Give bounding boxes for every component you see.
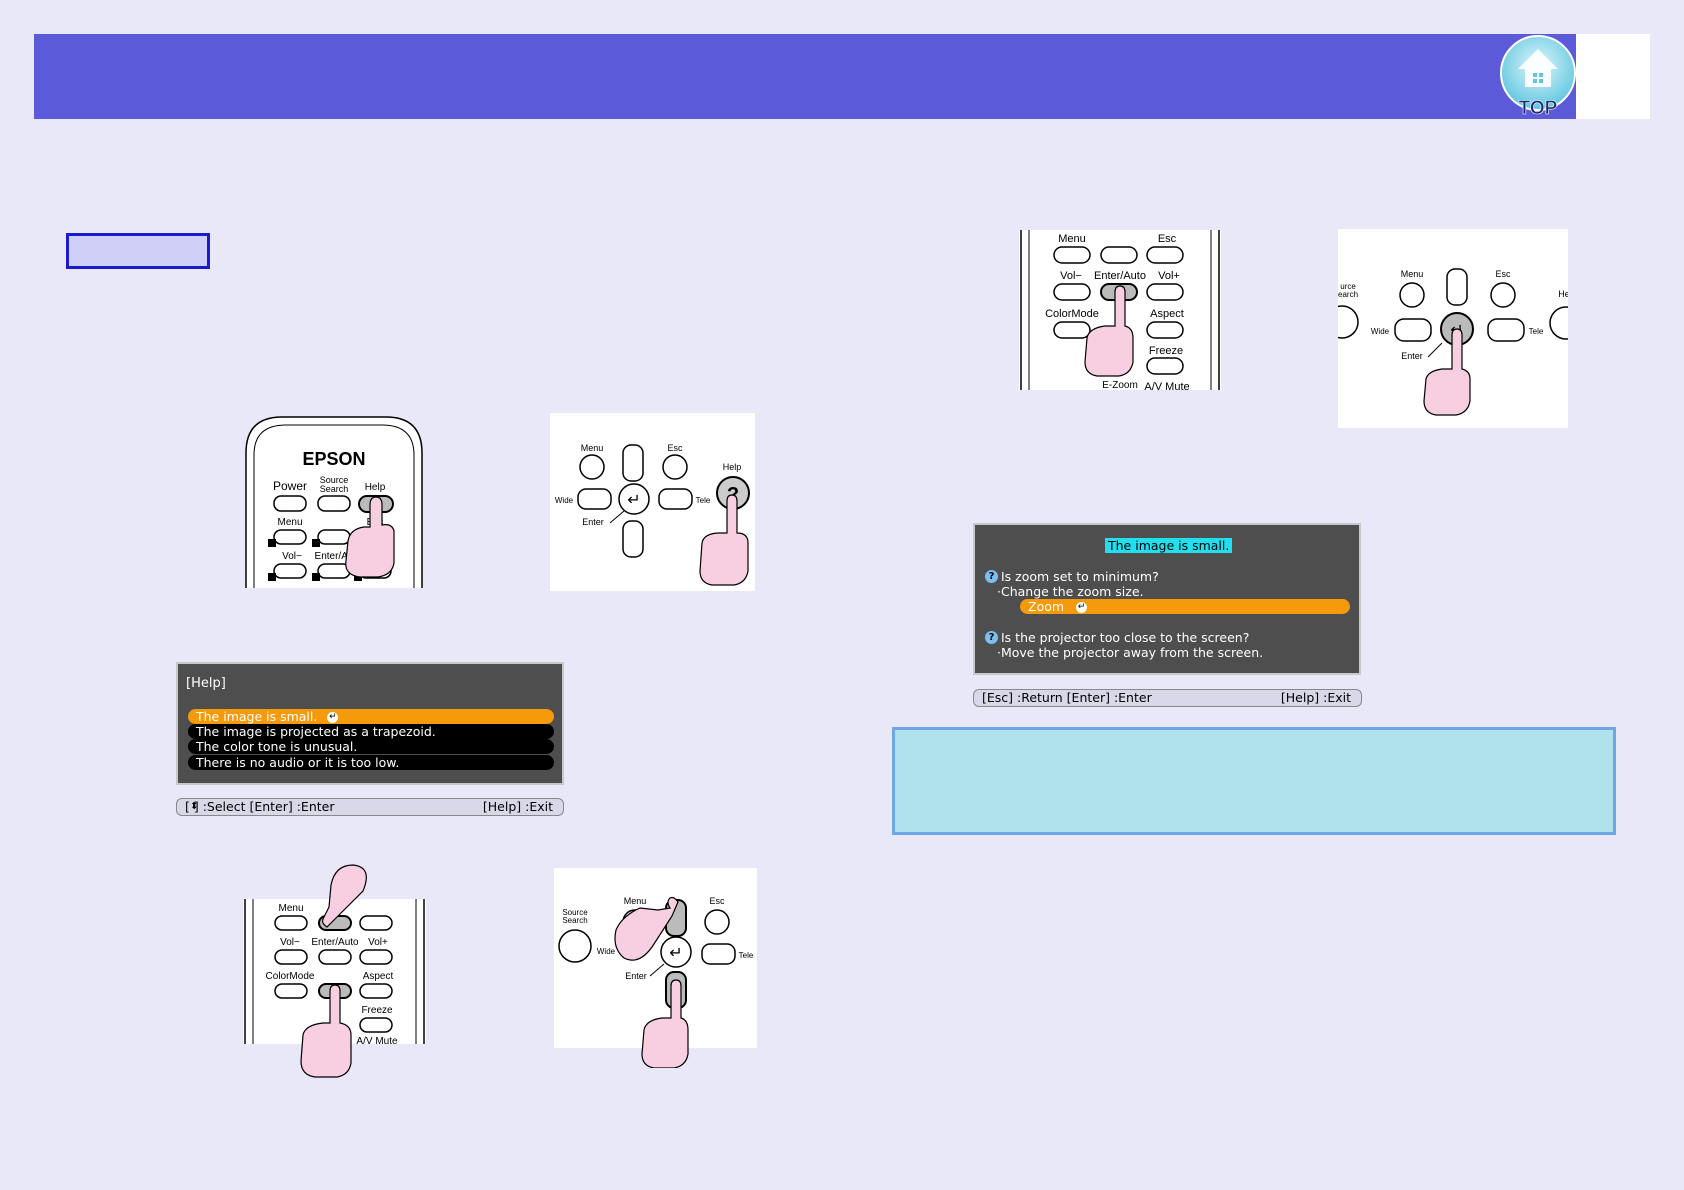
enter-icon: ↵ xyxy=(1076,602,1088,613)
svg-text:Aspect: Aspect xyxy=(363,971,394,982)
svg-text:ColorMode: ColorMode xyxy=(266,971,315,982)
svg-text:Esc: Esc xyxy=(1158,233,1177,245)
help-item[interactable]: There is no audio or it is too low. xyxy=(188,755,554,770)
svg-text:Esc: Esc xyxy=(667,443,683,453)
svg-text:Help: Help xyxy=(365,482,386,493)
svg-text:Vol+: Vol+ xyxy=(368,937,388,948)
svg-text:E-Zoom: E-Zoom xyxy=(1102,380,1138,390)
question-icon: ? xyxy=(985,631,998,644)
help-menu-title: [Help] xyxy=(186,676,226,691)
svg-text:Menu: Menu xyxy=(277,517,302,528)
svg-text:Menu: Menu xyxy=(624,896,647,906)
svg-text:Vol−: Vol− xyxy=(280,937,300,948)
enter-icon: ↵ xyxy=(327,712,339,723)
svg-text:Wide: Wide xyxy=(1371,327,1390,336)
help-detail-status-bar: [Esc] :Return [Enter] :Enter [Help] :Exi… xyxy=(973,689,1362,707)
svg-text:Menu: Menu xyxy=(1058,233,1086,245)
status-exit: [Help] :Exit xyxy=(482,799,553,814)
svg-text:Search: Search xyxy=(320,484,349,494)
svg-text:Vol−: Vol− xyxy=(282,551,302,562)
svg-text:Menu: Menu xyxy=(278,903,303,914)
svg-text:Wide: Wide xyxy=(555,496,574,505)
projector-panel-enter-illustration: urce earch Menu Esc He ↵ Wide Tele Enter xyxy=(1325,229,1583,428)
svg-text:A/V Mute: A/V Mute xyxy=(1144,381,1189,390)
svg-text:Tele: Tele xyxy=(739,951,754,960)
question-icon: ? xyxy=(985,570,998,583)
svg-text:Enter/Auto: Enter/Auto xyxy=(311,937,359,948)
svg-text:He: He xyxy=(1558,289,1568,299)
svg-text:earch: earch xyxy=(1338,290,1358,299)
svg-text:↵: ↵ xyxy=(669,943,682,962)
svg-text:Enter: Enter xyxy=(1401,351,1423,361)
svg-text:Enter: Enter xyxy=(582,517,604,527)
updown-icon: ⬍ xyxy=(190,801,199,812)
svg-text:Vol−: Vol− xyxy=(1060,270,1082,282)
svg-text:Freeze: Freeze xyxy=(1149,345,1183,357)
svg-text:Freeze: Freeze xyxy=(361,1005,393,1016)
svg-text:Tele: Tele xyxy=(1529,327,1544,336)
note-box xyxy=(892,727,1616,835)
help-menu-screen: [Help] The image is small. ↵ The image is… xyxy=(176,662,564,785)
svg-text:Help: Help xyxy=(723,462,742,472)
status-exit: [Help] :Exit xyxy=(1280,690,1351,705)
zoom-button[interactable]: Zoom ↵ xyxy=(1020,599,1350,614)
remote-control-enter-illustration: Menu Esc Vol− Enter/Auto Vol+ ColorMode … xyxy=(1019,230,1221,393)
svg-text:Aspect: Aspect xyxy=(1150,308,1184,320)
help-detail-title: The image is small. xyxy=(1105,538,1233,553)
svg-text:↵: ↵ xyxy=(627,490,640,509)
svg-text:Esc: Esc xyxy=(709,896,725,906)
svg-text:Enter/Auto: Enter/Auto xyxy=(1094,270,1146,282)
pointing-hand-icon xyxy=(699,494,749,586)
header-bar xyxy=(34,34,1576,119)
svg-text:Vol+: Vol+ xyxy=(1158,270,1180,282)
svg-text:Enter: Enter xyxy=(625,971,647,981)
svg-text:Search: Search xyxy=(562,916,587,925)
svg-text:Menu: Menu xyxy=(1401,269,1424,279)
remote-control-help-illustration: EPSON Power Source Search Help Menu Esc … xyxy=(242,413,426,588)
question-2: Is the projector too close to the screen… xyxy=(1001,630,1250,645)
help-item[interactable]: The image is projected as a trapezoid. xyxy=(188,724,554,739)
svg-text:Menu: Menu xyxy=(581,443,604,453)
answer-2: ·Move the projector away from the screen… xyxy=(997,645,1264,660)
top-button[interactable]: TOP xyxy=(1498,35,1578,119)
status-hints: [ ] :Select [Enter] :Enter xyxy=(185,799,335,814)
help-detail-screen: The image is small. ? Is zoom set to min… xyxy=(973,523,1361,675)
procedure-tag xyxy=(66,233,210,269)
projector-panel-navigate-illustration: Source Search Menu Esc ↵ Tele Wide Enter xyxy=(554,868,757,1069)
svg-text:Wide: Wide xyxy=(597,947,616,956)
projector-panel-help-illustration: Menu Esc Help ? ↵ Wide Tele Enter xyxy=(550,413,755,591)
svg-text:Esc: Esc xyxy=(1495,269,1511,279)
svg-text:A/V Mute: A/V Mute xyxy=(356,1036,398,1047)
answer-1: ·Change the zoom size. xyxy=(997,584,1144,599)
help-item[interactable]: The color tone is unusual. xyxy=(188,739,554,754)
top-label: TOP xyxy=(1519,98,1558,119)
svg-text:Tele: Tele xyxy=(696,496,711,505)
question-1: Is zoom set to minimum? xyxy=(1001,569,1159,584)
svg-text:Power: Power xyxy=(273,479,307,493)
header-margin xyxy=(1576,34,1650,119)
status-hints: [Esc] :Return [Enter] :Enter xyxy=(982,690,1152,705)
svg-text:EPSON: EPSON xyxy=(302,449,365,469)
help-item-selected[interactable]: The image is small. ↵ xyxy=(188,709,554,724)
help-status-bar: [ ] :Select [Enter] :Enter ⬍ [Help] :Exi… xyxy=(176,798,564,816)
remote-control-navigate-illustration: Menu Vol− Enter/Auto Vol+ ColorMode Aspe… xyxy=(243,863,426,1078)
svg-text:ColorMode: ColorMode xyxy=(1045,308,1099,320)
